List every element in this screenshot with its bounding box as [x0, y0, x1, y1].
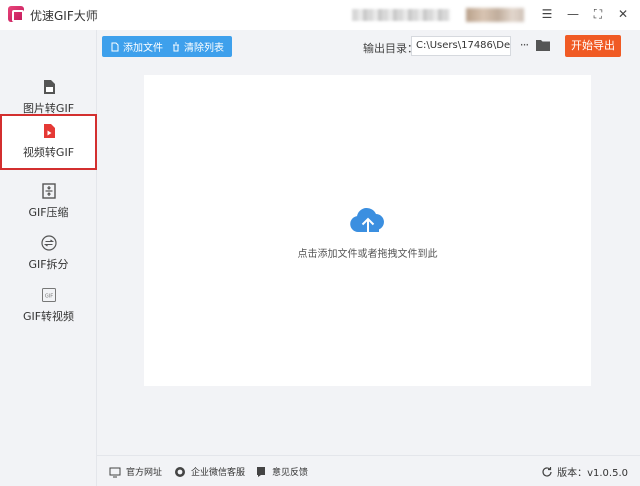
refresh-icon — [542, 466, 552, 477]
trash-icon — [173, 42, 179, 51]
version-label: 版本：v1.0.5.0 — [557, 468, 628, 479]
image-file-icon — [43, 80, 55, 94]
sidebar-item-label: GIF转视频 — [22, 310, 75, 323]
wechat-support-label: 企业微信客服 — [191, 468, 246, 478]
file-button-group: 添加文件 清除列表 — [102, 36, 232, 57]
official-website-link[interactable]: 官方网址 — [109, 465, 162, 478]
output-dir-label: 输出目录： — [363, 42, 418, 55]
toolbar: 添加文件 清除列表 输出目录： C:\Users\17486\Desktop ·… — [97, 30, 640, 64]
feedback-link[interactable]: 意见反馈 — [255, 465, 308, 478]
sidebar-item-video-to-gif[interactable]: 视频转GIF — [0, 114, 97, 170]
app-title: 优速GIF大师 — [30, 9, 98, 23]
blurred-username — [352, 9, 450, 21]
cloud-upload-icon — [350, 207, 384, 236]
main-area: 点击添加文件或者拖拽文件到此 — [97, 64, 640, 455]
sidebar-item-gif-to-video[interactable]: GIF GIF转视频 — [0, 278, 97, 334]
menu-icon[interactable]: ☰ — [540, 7, 554, 21]
app-logo-icon — [8, 6, 24, 22]
drop-hint-text: 点击添加文件或者拖拽文件到此 — [297, 249, 438, 260]
output-path-field[interactable]: C:\Users\17486\Desktop — [411, 36, 511, 56]
bottom-bar: 官方网址 企业微信客服 意见反馈 版本：v1.0.5.0 — [97, 455, 640, 486]
sidebar-item-gif-split[interactable]: GIF拆分 — [0, 226, 97, 282]
maximize-button[interactable]: ⛶ — [591, 7, 605, 21]
sidebar-item-label: GIF拆分 — [28, 258, 69, 271]
clear-list-button[interactable]: 清除列表 — [167, 36, 228, 57]
feedback-icon — [257, 466, 265, 477]
clear-list-label: 清除列表 — [184, 43, 224, 54]
blurred-avatar — [466, 8, 524, 22]
chat-icon — [175, 466, 185, 477]
add-file-label: 添加文件 — [123, 43, 163, 54]
sidebar-item-label: 视频转GIF — [22, 146, 75, 159]
close-button[interactable]: ✕ — [616, 7, 630, 21]
feedback-label: 意见反馈 — [272, 468, 309, 478]
minimize-button[interactable]: — — [566, 7, 580, 21]
file-drop-zone[interactable]: 点击添加文件或者拖拽文件到此 — [144, 75, 591, 386]
add-file-button[interactable]: 添加文件 — [106, 36, 167, 57]
sidebar-item-gif-compress[interactable]: GIF压缩 — [0, 174, 97, 230]
title-bar: 优速GIF大师 ☰ — ⛶ ✕ — [0, 0, 640, 30]
split-icon — [40, 235, 57, 251]
video-file-icon — [43, 124, 55, 138]
version-info: 版本：v1.0.5.0 — [541, 464, 628, 479]
sidebar-item-label: GIF压缩 — [28, 206, 69, 219]
folder-icon[interactable] — [536, 39, 550, 51]
file-icon — [111, 42, 119, 51]
wechat-support-link[interactable]: 企业微信客服 — [174, 465, 245, 478]
sidebar: 图片转GIF 视频转GIF GIF压缩 GIF拆分 GIF GIF转视频 — [0, 30, 97, 486]
svg-text:GIF: GIF — [44, 294, 52, 300]
start-export-button[interactable]: 开始导出 — [565, 35, 621, 57]
monitor-icon — [109, 467, 121, 477]
compress-icon — [41, 183, 56, 199]
gif-file-icon: GIF — [41, 288, 56, 302]
official-website-label: 官方网址 — [126, 468, 163, 478]
browse-more-button[interactable]: ··· — [518, 38, 530, 52]
